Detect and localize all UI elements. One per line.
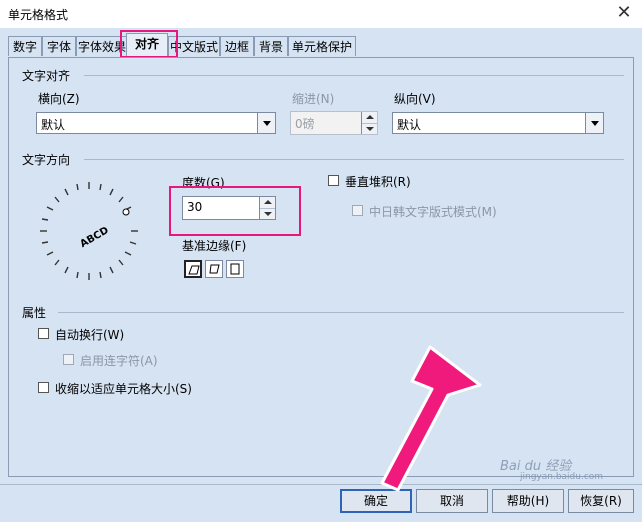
reference-edge-bottom-button[interactable] xyxy=(184,260,202,278)
hyphenation-label: 启用连字符(A) xyxy=(80,354,158,368)
horizontal-select[interactable]: 默认 xyxy=(36,112,276,134)
asian-layout-label: 中日韩文字版式模式(M) xyxy=(369,205,497,219)
section-divider xyxy=(58,312,624,313)
horizontal-select-value: 默认 xyxy=(41,118,66,132)
tab-font[interactable]: 字体 xyxy=(42,36,76,56)
close-icon[interactable]: ✕ xyxy=(612,2,636,24)
watermark-url: jingyan.baidu.com xyxy=(520,472,604,482)
section-divider xyxy=(84,75,624,76)
horizontal-label: 横向(Z) xyxy=(38,92,80,106)
window-title: 单元格格式 xyxy=(8,8,69,22)
vertical-label: 纵向(V) xyxy=(394,92,436,106)
dial-handle[interactable] xyxy=(122,208,130,216)
indent-label: 缩进(N) xyxy=(292,92,335,106)
tab-borders[interactable]: 边框 xyxy=(220,36,254,56)
hyphenation-checkbox[interactable] xyxy=(63,354,74,365)
stacked-vertically-checkbox[interactable] xyxy=(328,175,339,186)
button-bar-divider xyxy=(0,484,642,485)
section-title-properties: 属性 xyxy=(22,306,47,320)
title-bar: 单元格格式 ✕ xyxy=(0,0,642,28)
shrink-to-fit-checkbox[interactable] xyxy=(38,382,49,393)
reset-button[interactable]: 恢复(R) xyxy=(568,489,634,513)
section-divider xyxy=(84,159,624,160)
reference-edge-label: 基准边缘(F) xyxy=(182,239,247,253)
indent-spinner[interactable]: 0磅 xyxy=(290,111,378,135)
shrink-to-fit-label: 收缩以适应单元格大小(S) xyxy=(55,382,192,396)
chevron-down-icon[interactable] xyxy=(585,113,603,133)
section-title-text-alignment: 文字对齐 xyxy=(22,69,71,83)
indent-spin-buttons[interactable] xyxy=(361,112,377,134)
stacked-vertically-label: 垂直堆积(R) xyxy=(345,175,411,189)
dial-ticks xyxy=(40,182,138,280)
wrap-text-label: 自动换行(W) xyxy=(55,328,125,342)
wrap-text-checkbox[interactable] xyxy=(38,328,49,339)
rotation-dial[interactable]: ABCD xyxy=(30,172,148,290)
tab-background[interactable]: 背景 xyxy=(254,36,288,56)
tab-number[interactable]: 数字 xyxy=(8,36,42,56)
dial-sample-text: ABCD xyxy=(78,225,110,250)
reference-edge-top-button[interactable] xyxy=(205,260,223,278)
spin-up-icon[interactable] xyxy=(362,112,377,123)
spin-down-icon[interactable] xyxy=(362,123,377,134)
chevron-down-icon[interactable] xyxy=(257,113,275,133)
annotation-arrow xyxy=(380,345,482,492)
tab-cell-protection[interactable]: 单元格保护 xyxy=(288,36,356,56)
section-title-text-direction: 文字方向 xyxy=(22,153,71,167)
degrees-highlight-box xyxy=(169,186,301,236)
vertical-select-value: 默认 xyxy=(397,118,422,132)
help-button[interactable]: 帮助(H) xyxy=(492,489,564,513)
reference-edge-inside-button[interactable] xyxy=(226,260,244,278)
asian-layout-checkbox[interactable] xyxy=(352,205,363,216)
tab-highlight-box xyxy=(120,30,178,58)
indent-value: 0磅 xyxy=(295,117,315,131)
vertical-select[interactable]: 默认 xyxy=(392,112,604,134)
